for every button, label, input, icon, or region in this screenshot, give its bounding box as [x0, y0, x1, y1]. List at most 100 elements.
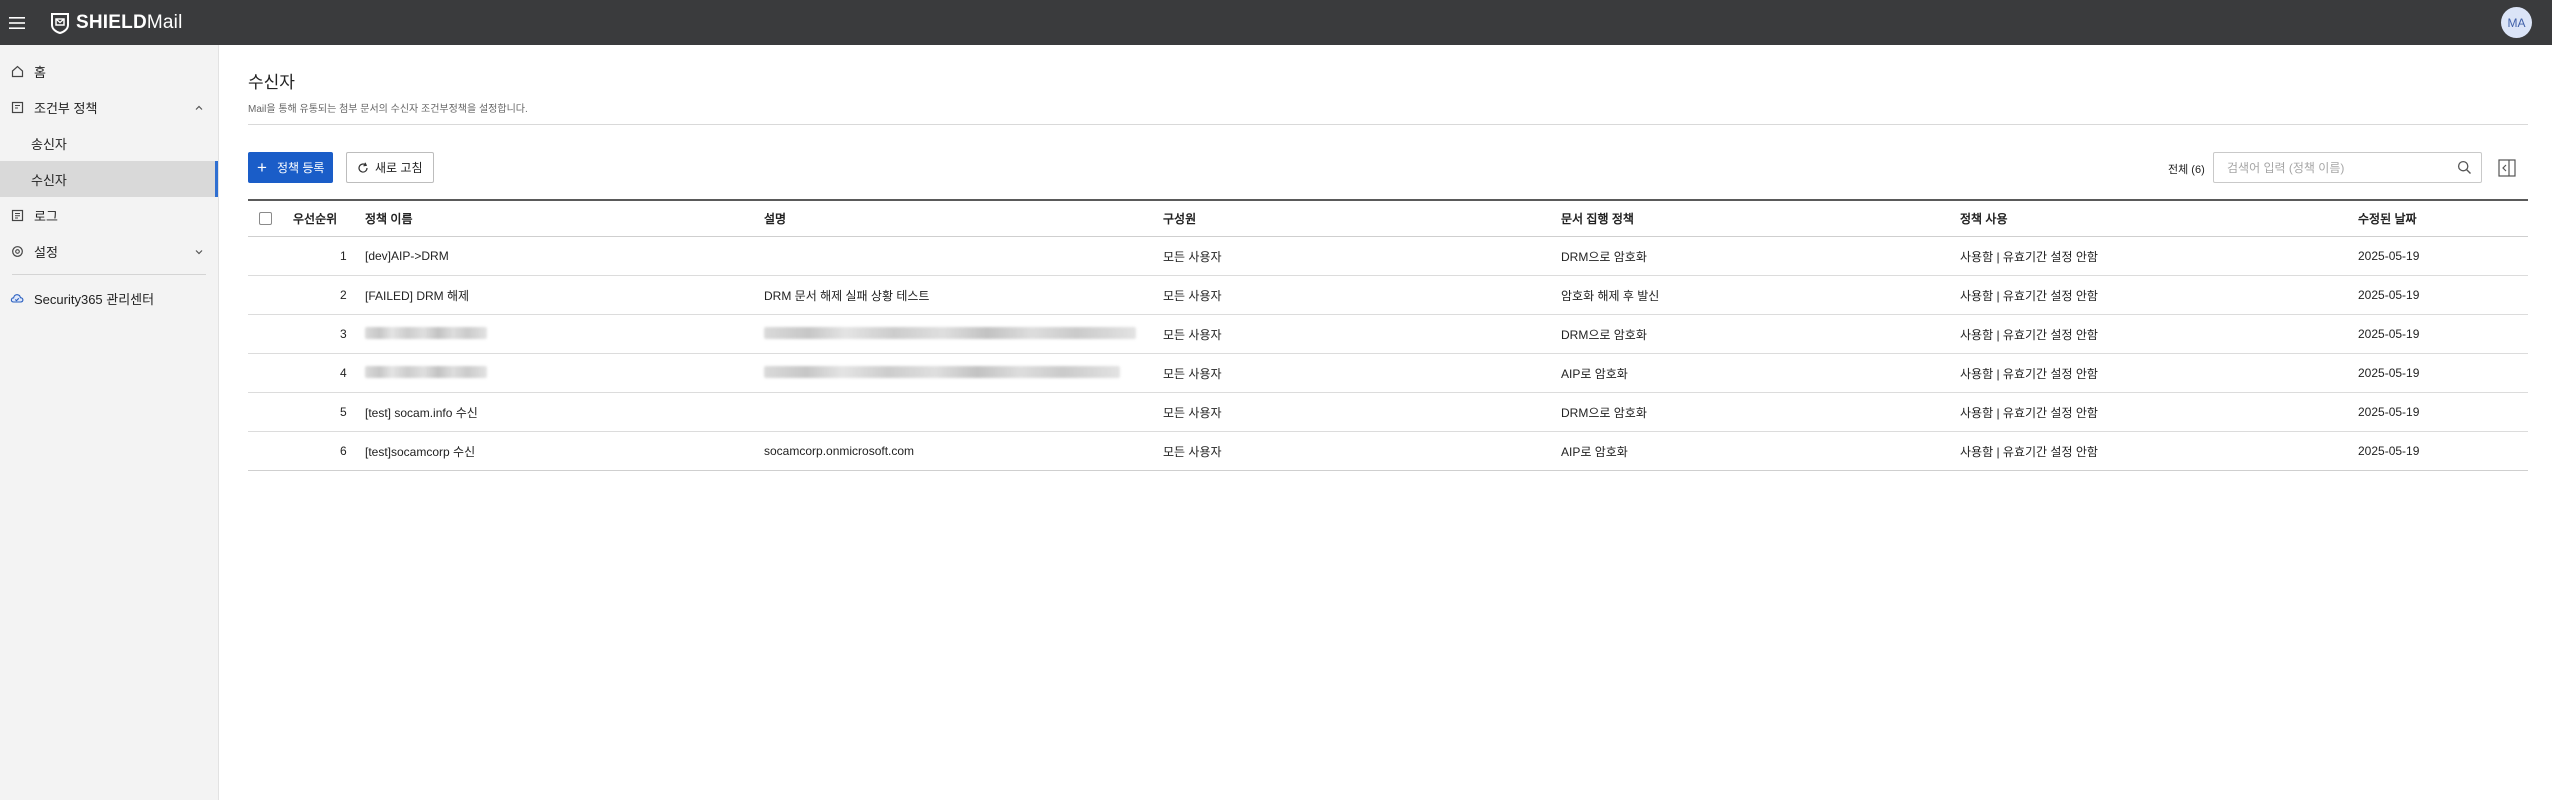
- home-icon: [10, 64, 24, 78]
- cell-name: [test]socamcorp 수신: [365, 444, 476, 459]
- chevron-down-icon[interactable]: [194, 245, 204, 260]
- table-row[interactable]: 4 모든 사용자 AIP로 암호화 사용함 | 유효기간 설정 안함 2025-…: [248, 354, 2528, 393]
- column-header-priority[interactable]: 우선순위: [293, 210, 365, 227]
- sidebar: 홈 조건부 정책 송신자 수신자 로그 설정 Security365 관리센터: [0, 45, 219, 800]
- cell-usage: 사용함 | 유효기간 설정 안함: [1960, 444, 2098, 459]
- sidebar-item-home[interactable]: 홈: [0, 53, 218, 89]
- cell-name: [test] socam.info 수신: [365, 405, 478, 420]
- top-bar: SHIELD Mail MA: [0, 0, 2552, 45]
- app-logo[interactable]: SHIELD Mail: [50, 12, 183, 34]
- cell-members: 모든 사용자: [1163, 405, 1222, 420]
- brand-name-bold: SHIELD: [76, 11, 147, 33]
- plus-icon: +: [257, 158, 267, 177]
- total-count: 전체 (6): [2168, 164, 2205, 176]
- cell-members: 모든 사용자: [1163, 249, 1222, 264]
- sidebar-item-label: 조건부 정책: [34, 100, 98, 116]
- cell-usage: 사용함 | 유효기간 설정 안함: [1960, 249, 2098, 264]
- table-row[interactable]: 1 [dev]AIP->DRM 모든 사용자 DRM으로 암호화 사용함 | 유…: [248, 237, 2528, 276]
- column-header-usage[interactable]: 정책 사용: [1960, 210, 2358, 227]
- cell-members: 모든 사용자: [1163, 366, 1222, 381]
- cloud-icon: [10, 291, 24, 305]
- sidebar-item-label: 로그: [34, 208, 58, 224]
- cell-name-redacted: [365, 326, 764, 342]
- cell-priority: 1: [340, 249, 347, 263]
- add-policy-label: 정책 등록: [276, 161, 325, 175]
- cell-priority: 3: [340, 327, 347, 341]
- select-all-checkbox[interactable]: [259, 212, 272, 225]
- sidebar-item-recipient[interactable]: 수신자: [0, 161, 218, 197]
- table-row[interactable]: 3 모든 사용자 DRM으로 암호화 사용함 | 유효기간 설정 안함 2025…: [248, 315, 2528, 354]
- cell-priority: 4: [340, 366, 347, 380]
- brand-name-light: Mail: [146, 11, 183, 33]
- user-avatar[interactable]: MA: [2501, 7, 2532, 38]
- sidebar-item-label: 송신자: [31, 136, 67, 152]
- title-divider: [248, 124, 2528, 125]
- cell-modified: 2025-05-19: [2358, 249, 2420, 263]
- sidebar-item-security365[interactable]: Security365 관리센터: [0, 280, 218, 316]
- sidebar-item-label: 설정: [34, 244, 58, 260]
- cell-modified: 2025-05-19: [2358, 327, 2420, 341]
- cell-exec-policy: AIP로 암호화: [1561, 444, 1628, 459]
- sidebar-item-sender[interactable]: 송신자: [0, 125, 218, 161]
- cell-description: DRM 문서 해제 실패 상황 테스트: [764, 288, 930, 303]
- sidebar-divider: [12, 274, 206, 275]
- refresh-icon: [357, 162, 369, 174]
- cell-name: [FAILED] DRM 해제: [365, 288, 470, 303]
- cell-priority: 5: [340, 405, 347, 419]
- policy-doc-icon: [10, 100, 24, 114]
- main-content: 수신자 Mail을 통해 유통되는 첨부 문서의 수신자 조건부정책을 설정합니…: [248, 45, 2528, 471]
- sidebar-item-log[interactable]: 로그: [0, 197, 218, 233]
- cell-exec-policy: 암호화 해제 후 발신: [1561, 288, 1660, 303]
- search-input[interactable]: [2227, 153, 2457, 182]
- cell-name: [dev]AIP->DRM: [365, 249, 449, 263]
- refresh-label: 새로 고침: [375, 161, 423, 175]
- cell-members: 모든 사용자: [1163, 444, 1222, 459]
- cell-exec-policy: DRM으로 암호화: [1561, 405, 1647, 420]
- policy-table: 우선순위 정책 이름 설명 구성원 문서 집행 정책 정책 사용 수정된 날짜 …: [248, 199, 2528, 471]
- cell-usage: 사용함 | 유효기간 설정 안함: [1960, 327, 2098, 342]
- sidebar-item-label: 홈: [34, 64, 46, 80]
- cell-exec-policy: AIP로 암호화: [1561, 366, 1628, 381]
- panel-toggle-icon[interactable]: [2498, 159, 2516, 180]
- cell-modified: 2025-05-19: [2358, 444, 2420, 458]
- cell-description-redacted: [764, 326, 1163, 342]
- cell-modified: 2025-05-19: [2358, 405, 2420, 419]
- sidebar-item-conditional-policy[interactable]: 조건부 정책: [0, 89, 218, 125]
- cell-modified: 2025-05-19: [2358, 288, 2420, 302]
- column-header-modified[interactable]: 수정된 날짜: [2358, 210, 2528, 227]
- cell-priority: 2: [340, 288, 347, 302]
- table-row[interactable]: 5 [test] socam.info 수신 모든 사용자 DRM으로 암호화 …: [248, 393, 2528, 432]
- page-description: Mail을 통해 유통되는 첨부 문서의 수신자 조건부정책을 설정합니다.: [248, 104, 528, 115]
- sidebar-item-label: 수신자: [31, 172, 67, 188]
- column-header-name[interactable]: 정책 이름: [365, 210, 764, 227]
- page-title: 수신자: [248, 73, 295, 92]
- table-header: 우선순위 정책 이름 설명 구성원 문서 집행 정책 정책 사용 수정된 날짜: [248, 199, 2528, 237]
- cell-exec-policy: DRM으로 암호화: [1561, 249, 1647, 264]
- menu-icon[interactable]: [2, 0, 32, 45]
- sidebar-item-settings[interactable]: 설정: [0, 233, 218, 269]
- table-row[interactable]: 6 [test]socamcorp 수신 socamcorp.onmicroso…: [248, 432, 2528, 471]
- table-row[interactable]: 2 [FAILED] DRM 해제 DRM 문서 해제 실패 상황 테스트 모든…: [248, 276, 2528, 315]
- cell-name-redacted: [365, 365, 764, 381]
- cell-description: socamcorp.onmicrosoft.com: [764, 444, 915, 458]
- cell-members: 모든 사용자: [1163, 327, 1222, 342]
- column-header-exec-policy[interactable]: 문서 집행 정책: [1561, 210, 1960, 227]
- search-box: [2213, 152, 2482, 183]
- cell-modified: 2025-05-19: [2358, 366, 2420, 380]
- gear-icon: [10, 244, 24, 258]
- cell-usage: 사용함 | 유효기간 설정 안함: [1960, 366, 2098, 381]
- cell-usage: 사용함 | 유효기간 설정 안함: [1960, 288, 2098, 303]
- shield-logo-icon: [50, 12, 70, 34]
- column-header-description[interactable]: 설명: [764, 210, 1163, 227]
- column-header-members[interactable]: 구성원: [1163, 210, 1561, 227]
- cell-priority: 6: [340, 444, 347, 458]
- refresh-button[interactable]: 새로 고침: [346, 152, 434, 183]
- sidebar-item-label: Security365 관리센터: [34, 291, 155, 307]
- cell-members: 모든 사용자: [1163, 288, 1222, 303]
- cell-usage: 사용함 | 유효기간 설정 안함: [1960, 405, 2098, 420]
- search-icon[interactable]: [2457, 160, 2472, 178]
- add-policy-button[interactable]: + 정책 등록: [248, 152, 334, 183]
- cell-exec-policy: DRM으로 암호화: [1561, 327, 1647, 342]
- log-icon: [10, 208, 24, 222]
- chevron-up-icon[interactable]: [194, 101, 204, 116]
